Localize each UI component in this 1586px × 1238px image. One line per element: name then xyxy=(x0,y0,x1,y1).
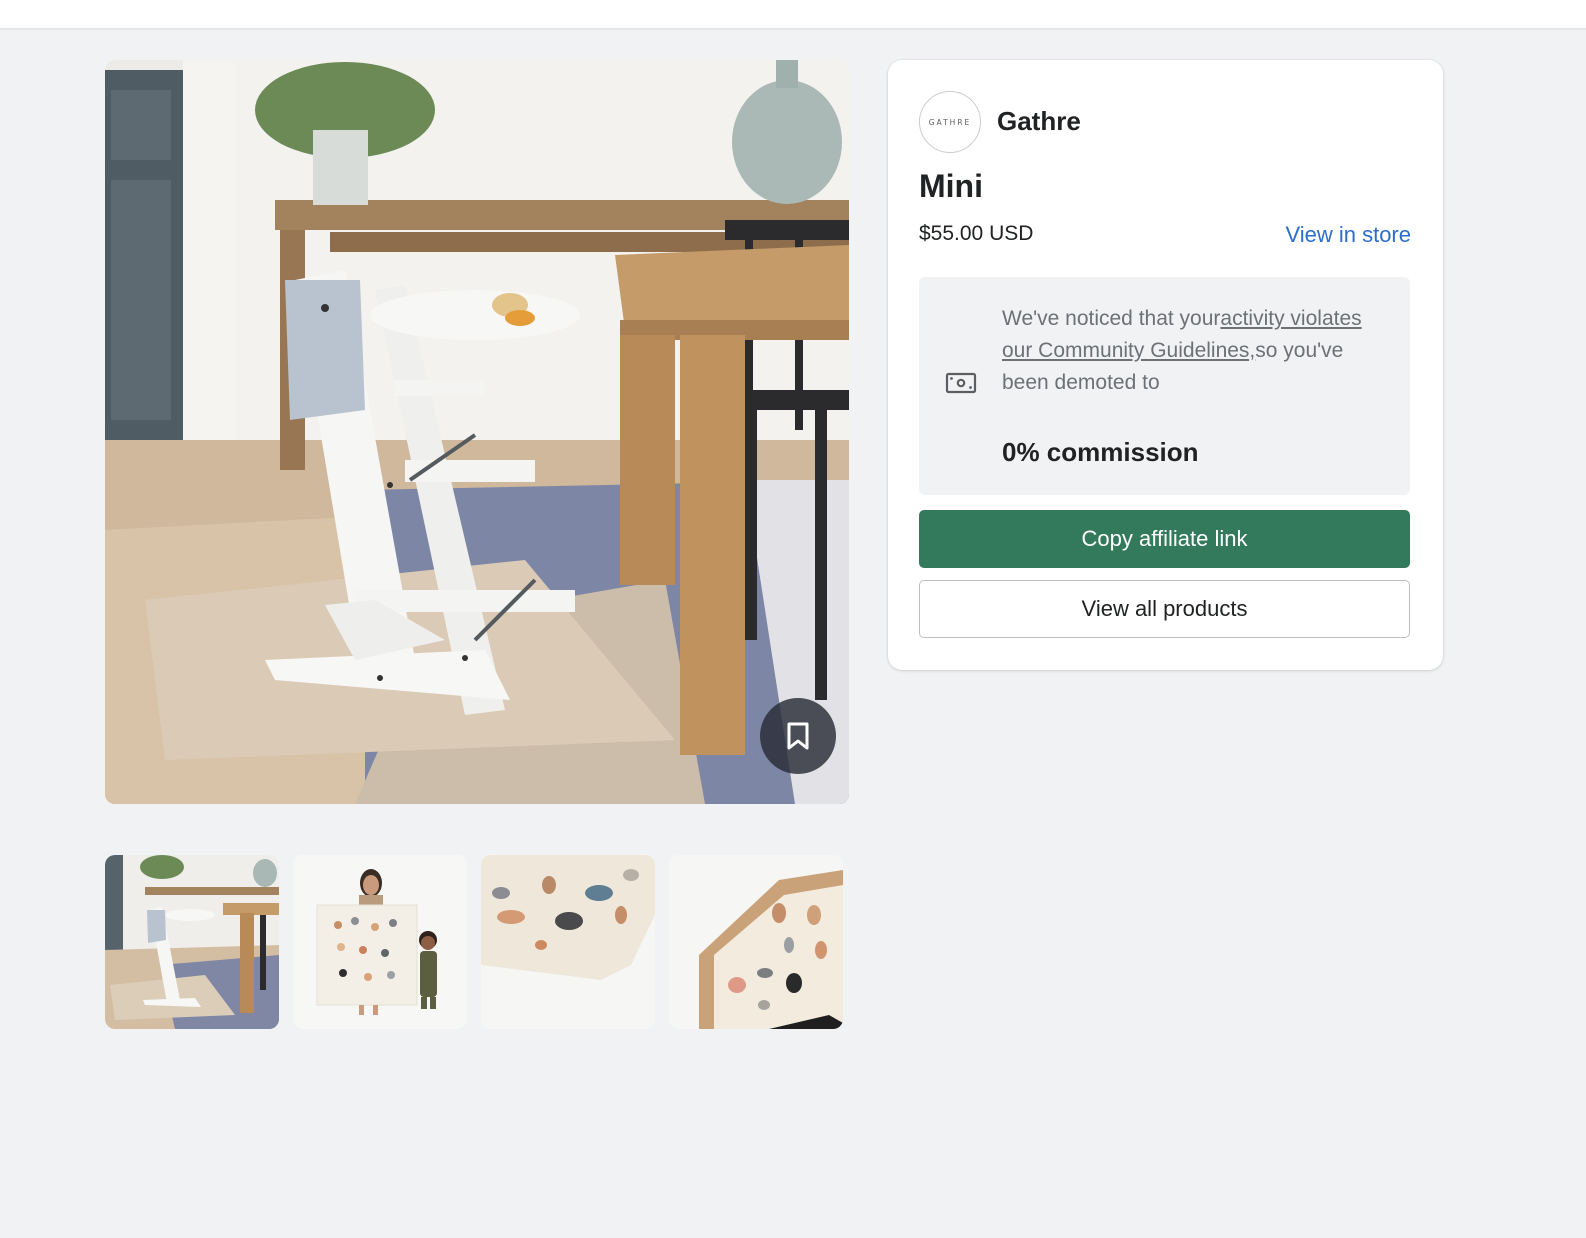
demotion-notice: We've noticed that youractivity violates… xyxy=(919,277,1410,495)
view-all-products-button[interactable]: View all products xyxy=(919,580,1410,638)
view-in-store-link[interactable]: View in store xyxy=(1285,222,1411,248)
top-bar xyxy=(0,0,1586,30)
bookmark-icon xyxy=(787,722,809,750)
copy-affiliate-link-button[interactable]: Copy affiliate link xyxy=(919,510,1410,568)
thumbnail-high-chair-image xyxy=(105,855,279,1029)
thumbnail-woman-child-mat-image xyxy=(293,855,467,1029)
thumbnail-animal-mat-closeup-image xyxy=(481,855,655,1029)
thumbnail-folded-animal-mat-image xyxy=(669,855,843,1029)
brand-logo-text: GATHRE xyxy=(928,117,972,127)
notice-text-before: We've noticed that your xyxy=(1002,307,1221,330)
product-title: Mini xyxy=(919,168,983,204)
thumbnail-woman-child-mat[interactable] xyxy=(293,855,467,1029)
thumbnail-gallery xyxy=(105,855,849,1029)
bookmark-button[interactable] xyxy=(760,698,836,774)
commission-rate: 0% commission xyxy=(1002,437,1199,467)
main-image-illustration xyxy=(105,60,849,804)
thumbnail-high-chair[interactable] xyxy=(105,855,279,1029)
money-bill-icon xyxy=(945,372,977,394)
notice-message: We've noticed that youractivity violates… xyxy=(1002,303,1387,399)
product-main-image[interactable] xyxy=(105,60,849,804)
thumbnail-animal-mat-closeup[interactable] xyxy=(481,855,655,1029)
product-card: GATHRE Gathre Mini $55.00 USD View in st… xyxy=(888,60,1443,670)
brand-name[interactable]: Gathre xyxy=(997,106,1081,137)
brand-logo[interactable]: GATHRE xyxy=(919,91,981,153)
thumbnail-folded-animal-mat[interactable] xyxy=(669,855,843,1029)
product-price: $55.00 USD xyxy=(919,222,1034,245)
